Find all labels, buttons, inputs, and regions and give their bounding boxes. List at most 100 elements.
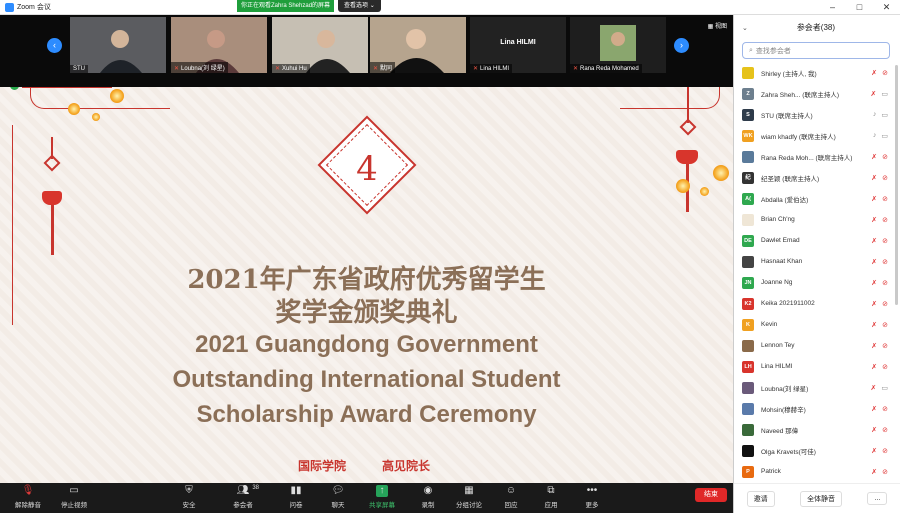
mic-muted-icon[interactable]: ✗ [871,300,877,308]
mic-muted-icon[interactable]: ✗ [871,342,877,350]
video-off-icon[interactable]: ⊘ [882,426,888,434]
mic-muted-icon[interactable]: ✗ [871,90,877,98]
video-camera-icon[interactable]: ▭ [881,90,888,98]
participant-row[interactable]: 纪纪圣颖 (联席主持人) ✗ ⊘ [734,167,892,188]
participant-row[interactable]: Lennon Tey ✗ ⊘ [734,335,892,356]
mic-muted-icon[interactable]: ✗ [871,447,877,455]
share-banner: 你正在观看Zahra Shehzad的屏幕 查看选项 ⌄ [237,0,381,12]
view-options-button[interactable]: 查看选项 ⌄ [338,0,381,12]
mic-muted-icon[interactable]: ✗ [871,216,877,224]
participants-button[interactable]: 👥︎ 38 参会者 [221,485,265,509]
video-tile[interactable]: ✕ Xuhui Hu [272,17,368,73]
strip-prev-button[interactable]: ‹ [47,38,62,53]
participant-row[interactable]: Rana Reda Moh... (联席主持人) ✗ ⊘ [734,146,892,167]
participant-status-icons: ♪ ▭ [873,132,888,140]
mic-muted-icon[interactable]: ✗ [871,384,877,392]
participant-row[interactable]: Loubna(刘 绿星) ✗ ▭ [734,377,892,398]
participant-row[interactable]: DE Dawlet Emad ✗ ⊘ [734,230,892,251]
unmute-button[interactable]: 🎙︎ 解除静音 [6,485,50,509]
video-off-icon[interactable]: ⊘ [882,216,888,224]
video-off-icon[interactable]: ⊘ [882,153,888,161]
participant-name: Olga Kravets(可佳) [761,448,816,456]
video-camera-icon[interactable]: ▭ [881,132,888,140]
end-meeting-button[interactable]: 结束 [695,488,727,502]
maximize-icon[interactable]: □ [846,0,873,15]
video-off-icon[interactable]: ⊘ [882,69,888,77]
close-icon[interactable]: ✕ [873,0,900,15]
minimize-icon[interactable]: – [819,0,846,15]
mute-all-button[interactable]: 全体静音 [800,490,843,507]
participant-row[interactable]: JN Joanne Ng ✗ ⊘ [734,272,892,293]
participant-row[interactable]: Brian Ch'ng ✗ ⊘ [734,209,892,230]
video-off-icon[interactable]: ⊘ [882,258,888,266]
participant-list-scrollbar[interactable] [895,65,898,305]
participant-row[interactable]: K Kevin ✗ ⊘ [734,314,892,335]
video-off-icon[interactable]: ⊘ [882,468,888,476]
strip-next-button[interactable]: › [674,38,689,53]
mic-muted-icon[interactable]: ✗ [871,426,877,434]
panel-more-button[interactable]: ... [867,492,888,505]
video-tile[interactable]: ✕ 默同 [370,17,466,73]
video-camera-icon[interactable]: ▭ [881,111,888,119]
mic-muted-icon[interactable]: ✗ [871,279,877,287]
breakout-button[interactable]: ▦ 分组讨论 [447,485,491,509]
avatar [742,150,754,163]
participant-row[interactable]: K2 Keika 2021911002 ✗ ⊘ [734,293,892,314]
apps-button[interactable]: ⧉ 应用 [529,485,573,509]
polls-button[interactable]: ▮▮ 问卷 [274,485,318,509]
reactions-button[interactable]: ☺ 回应 [489,485,533,509]
mic-muted-icon[interactable]: ✗ [871,237,877,245]
video-off-icon[interactable]: ⊘ [882,321,888,329]
video-camera-icon[interactable]: ▭ [881,384,888,392]
participant-search-input[interactable]: ⌕ 查找参会者 [742,42,890,59]
invite-button[interactable]: 邀请 [746,490,775,507]
mic-muted-icon[interactable]: ✗ [871,468,877,476]
participant-row[interactable]: P Patrick ✗ ⊘ [734,461,892,482]
record-button[interactable]: ◉ 录制 [406,485,450,509]
mic-muted-icon[interactable]: ✗ [871,363,877,371]
mic-muted-icon[interactable]: ✗ [871,405,877,413]
video-off-icon[interactable]: ⊘ [882,363,888,371]
share-screen-button[interactable]: ↑ 共享屏幕 [360,485,404,509]
participant-status-icons: ✗ ⊘ [871,405,888,413]
participant-row[interactable]: LH Lina HILMI ✗ ⊘ [734,356,892,377]
participant-row[interactable]: Z Zahra Sheh... (联席主持人) ✗ ▭ [734,83,892,104]
video-tile[interactable]: STU [70,17,166,73]
mic-muted-icon[interactable]: ✗ [871,321,877,329]
mic-muted-icon[interactable]: ✗ [871,174,877,182]
chat-bubble-icon: 💬︎ [331,485,345,496]
video-tile[interactable]: ✕ Rana Reda Mohamed [570,17,666,73]
video-off-icon[interactable]: ⊘ [882,342,888,350]
video-off-icon[interactable]: ⊘ [882,174,888,182]
participant-row[interactable]: Olga Kravets(可佳) ✗ ⊘ [734,440,892,461]
video-off-icon[interactable]: ⊘ [882,237,888,245]
participant-row[interactable]: Mohsin(穆赫辛) ✗ ⊘ [734,398,892,419]
mic-muted-icon[interactable]: ✗ [871,258,877,266]
video-tile[interactable]: Lina HILMI ✕ Lina HILMI [470,17,566,73]
slide-frame-corner [620,87,720,109]
stop-video-button[interactable]: ▭ 停止视频 [52,485,96,509]
view-button[interactable]: ▦ 视图 [708,21,727,30]
mic-icon[interactable]: ♪ [873,111,877,119]
security-button[interactable]: ⛨ 安全 [167,485,211,509]
participant-row[interactable]: Hasnaat Khan ✗ ⊘ [734,251,892,272]
video-off-icon[interactable]: ⊘ [882,405,888,413]
mic-muted-icon[interactable]: ✗ [871,195,877,203]
mic-muted-icon[interactable]: ✗ [871,69,877,77]
more-button[interactable]: ••• 更多 [570,485,614,509]
video-off-icon[interactable]: ⊘ [882,447,888,455]
video-tile[interactable]: ✕ Loubna(刘 绿星) [171,17,267,73]
participant-row[interactable]: Naveed 那偉 ✗ ⊘ [734,419,892,440]
video-off-icon[interactable]: ⊘ [882,279,888,287]
mic-icon[interactable]: ♪ [873,132,877,140]
participant-row[interactable]: S STU (联席主持人) ♪ ▭ [734,104,892,125]
video-off-icon[interactable]: ⊘ [882,195,888,203]
participant-row[interactable]: A(Abdalla (爱伯达) ✗ ⊘ [734,188,892,209]
avatar: WK [742,129,754,142]
chat-button[interactable]: 💬︎ 聊天 [316,485,360,509]
mic-muted-icon[interactable]: ✗ [871,153,877,161]
participant-name: Kevin [761,321,778,328]
video-off-icon[interactable]: ⊘ [882,300,888,308]
participant-row[interactable]: WK wiam khadfy (联席主持人) ♪ ▭ [734,125,892,146]
participant-row[interactable]: Shirley (主持人, 我) ✗ ⊘ [734,62,892,83]
